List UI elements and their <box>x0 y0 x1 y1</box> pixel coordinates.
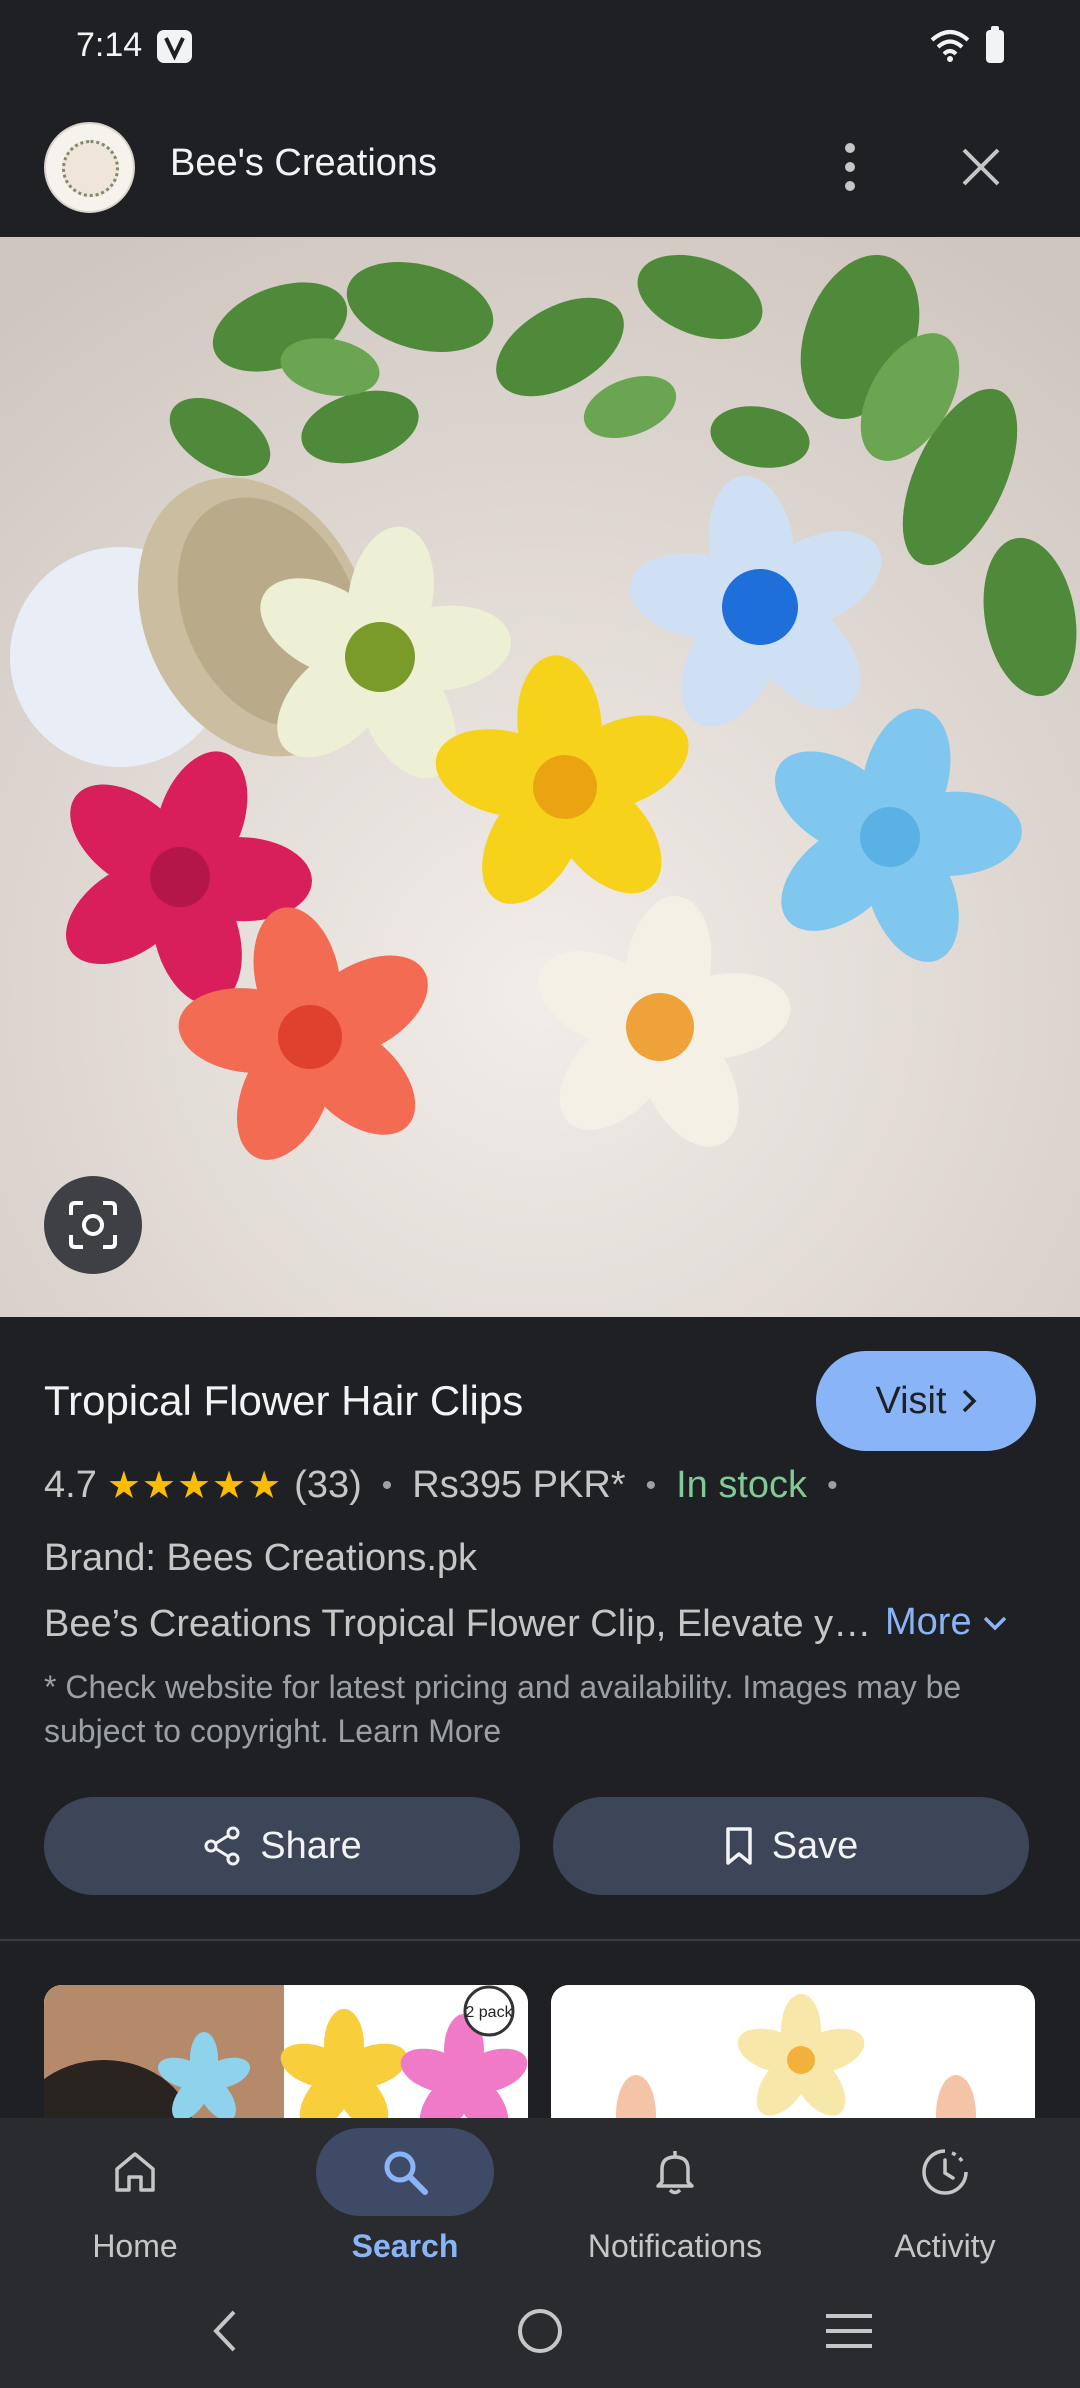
related-product-card[interactable] <box>551 1985 1035 2125</box>
product-title: Tropical Flower Hair Clips <box>44 1377 524 1424</box>
nav-activity[interactable]: Activity <box>810 2118 1080 2268</box>
brand-text: Brand: Bees Creations.pk <box>44 1537 478 1579</box>
bottom-navigation: Home Search Notifications Activity <box>0 2118 1080 2268</box>
merchant-avatar[interactable] <box>44 122 135 213</box>
rating-value: 4.7 <box>44 1464 97 1506</box>
share-icon <box>204 1826 240 1866</box>
chevron-right-icon <box>962 1389 977 1413</box>
related-product-image <box>551 1985 1035 2125</box>
nav-label-home: Home <box>92 2228 178 2264</box>
nav-label-search: Search <box>351 2228 459 2264</box>
product-meta: 4.7 ★★★★★ (33) • Rs395 PKR* • In stock • <box>44 1463 858 1508</box>
visit-button[interactable]: Visit <box>816 1351 1036 1451</box>
bell-icon <box>586 2128 764 2216</box>
activity-icon <box>856 2128 1034 2216</box>
save-label: Save <box>771 1824 859 1867</box>
wifi-icon <box>930 28 970 67</box>
separator-dot: • <box>381 1468 393 1502</box>
merchant-name: Bee's Creations <box>170 142 438 184</box>
bookmark-icon <box>725 1827 752 1865</box>
rating-stars: ★★★★★ <box>106 1465 283 1507</box>
related-product-image: 2 pack <box>44 1985 528 2125</box>
recents-menu-icon[interactable] <box>824 2312 874 2350</box>
related-product-card[interactable]: 2 pack <box>44 1985 528 2125</box>
lens-button[interactable] <box>44 1176 142 1274</box>
nav-label-activity: Activity <box>894 2228 996 2264</box>
save-button[interactable]: Save <box>553 1797 1029 1895</box>
visit-label: Visit <box>875 1379 947 1422</box>
system-navigation-bar <box>0 2268 1080 2388</box>
nav-search[interactable]: Search <box>270 2118 540 2268</box>
review-count: (33) <box>294 1464 362 1506</box>
back-icon[interactable] <box>210 2308 240 2354</box>
product-image[interactable] <box>0 237 1080 1317</box>
chevron-down-icon <box>983 1616 1006 1630</box>
nav-label-notifications: Notifications <box>587 2228 763 2264</box>
search-icon <box>316 2128 494 2216</box>
more-options-button[interactable] <box>820 132 880 202</box>
separator-dot: • <box>645 1468 657 1502</box>
more-button[interactable]: More <box>885 1601 1008 1644</box>
price: Rs395 PKR* <box>412 1464 626 1506</box>
flower-clips-illustration <box>0 237 1080 1317</box>
divider <box>0 1939 1080 1941</box>
merchant-logo <box>62 140 119 197</box>
home-icon <box>46 2128 224 2216</box>
share-button[interactable]: Share <box>44 1797 520 1895</box>
pack-badge: 2 pack <box>465 2004 513 2021</box>
share-label: Share <box>260 1824 362 1867</box>
availability-status: In stock <box>676 1464 808 1506</box>
battery-icon <box>986 26 1004 63</box>
app-notification-icon <box>157 30 192 63</box>
more-vert-icon <box>845 143 855 191</box>
product-description: Bee’s Creations Tropical Flower Clip, El… <box>44 1603 874 1645</box>
nav-notifications[interactable]: Notifications <box>540 2118 810 2268</box>
close-icon <box>962 148 1000 186</box>
status-time: 7:14 <box>76 26 143 64</box>
pricing-disclaimer: * Check website for latest pricing and a… <box>44 1669 962 1749</box>
header: Bee's Creations <box>0 92 1080 237</box>
status-bar: 7:14 <box>0 0 1080 92</box>
nav-home[interactable]: Home <box>0 2118 270 2268</box>
home-circle-icon[interactable] <box>516 2307 564 2355</box>
separator-dot: • <box>827 1468 838 1502</box>
close-button[interactable] <box>950 132 1012 202</box>
lens-icon <box>69 1201 117 1249</box>
more-label: More <box>885 1601 972 1643</box>
